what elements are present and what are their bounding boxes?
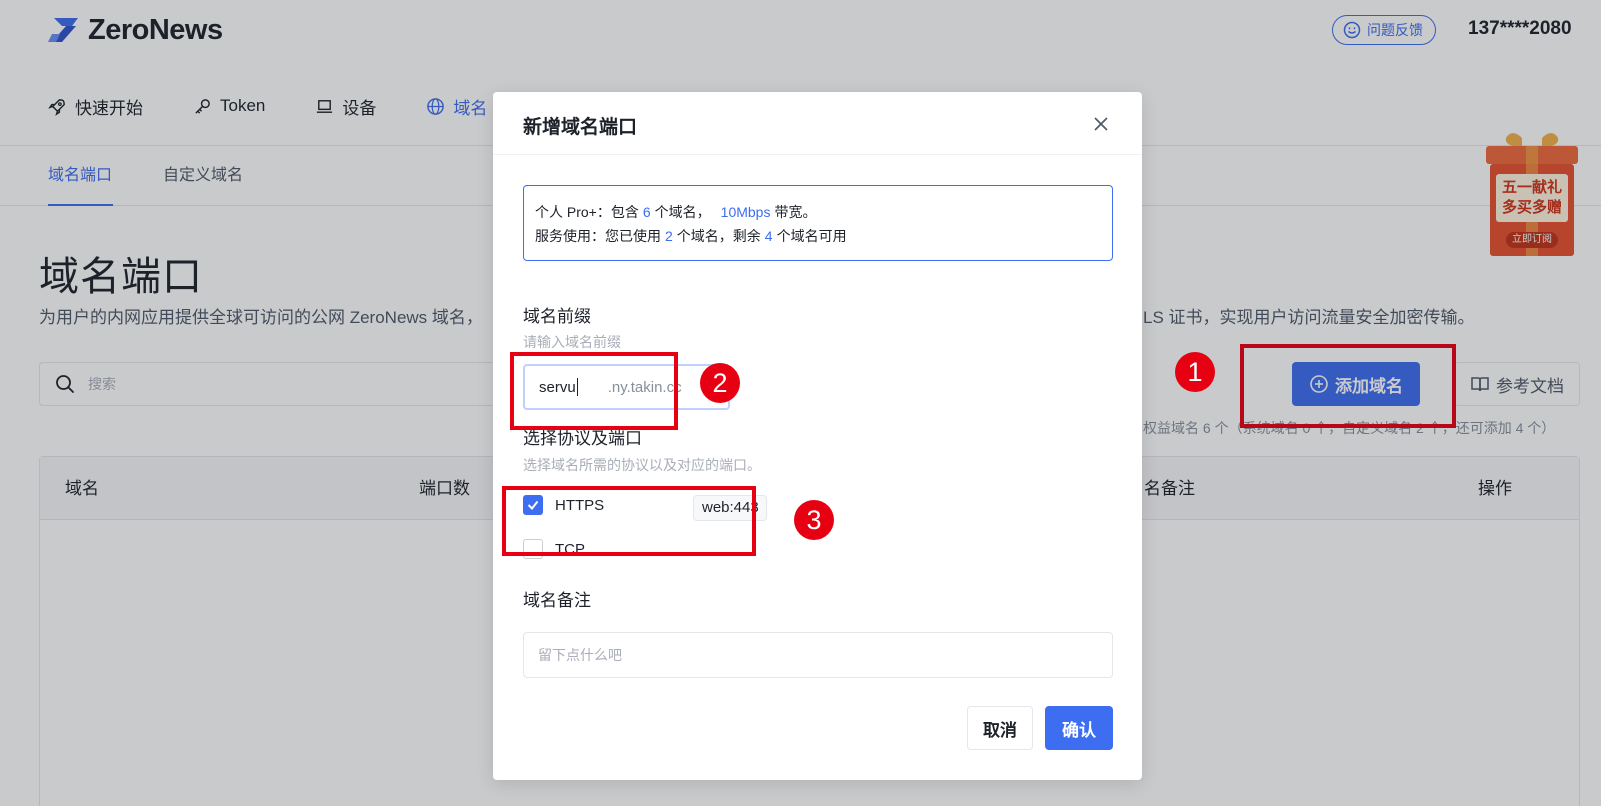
usage-suffix: 个域名可用 [776,228,847,244]
annotation-marker-2: 2 [700,363,740,403]
plan-info-box: 个人 Pro+：包含 6 个域名， 10Mbps 带宽。 服务使用：您已使用 2 个域名，剩… [523,185,1113,261]
domain-note-input[interactable] [523,632,1113,678]
annotation-marker-3: 3 [794,500,834,540]
cancel-button[interactable]: 取消 [967,706,1033,750]
dialog-header: 新增域名端口 [493,92,1142,155]
note-field-label: 域名备注 [523,591,591,610]
annotation-marker-1: 1 [1175,352,1215,392]
usage-used-count: 2 [665,228,673,244]
plan-bandwidth: 10Mbps [720,204,771,220]
confirm-button[interactable]: 确认 [1045,706,1113,750]
usage-prefix: 服务使用：您已使用 [535,228,661,244]
prefix-field-label: 域名前缀 [523,307,591,326]
plan-mid: 个域名， [654,204,711,220]
protocol-field-hint: 选择域名所需的协议以及对应的端口。 [523,457,761,473]
prefix-field-hint: 请输入域名前缀 [523,334,621,350]
plan-line: 个人 Pro+：包含 6 个域名， 10Mbps 带宽。 [535,200,1101,224]
dialog-title: 新增域名端口 [523,117,638,138]
annotation-box-3 [502,486,756,556]
annotation-box-2 [510,352,678,430]
plan-suffix: 带宽。 [774,204,817,220]
plan-domain-count: 6 [642,204,651,220]
close-button[interactable] [1089,112,1113,136]
usage-remaining-count: 4 [764,228,773,244]
usage-mid: 个域名，剩余 [676,228,761,244]
close-icon [1094,117,1108,131]
add-domain-port-dialog: 新增域名端口 个人 Pro+：包含 6 个域名， 10Mbps 带宽。 服务使用：您已使… [493,92,1142,780]
usage-line: 服务使用：您已使用 2 个域名，剩余 4 个域名可用 [535,224,1101,248]
plan-prefix: 个人 Pro+：包含 [535,204,639,220]
